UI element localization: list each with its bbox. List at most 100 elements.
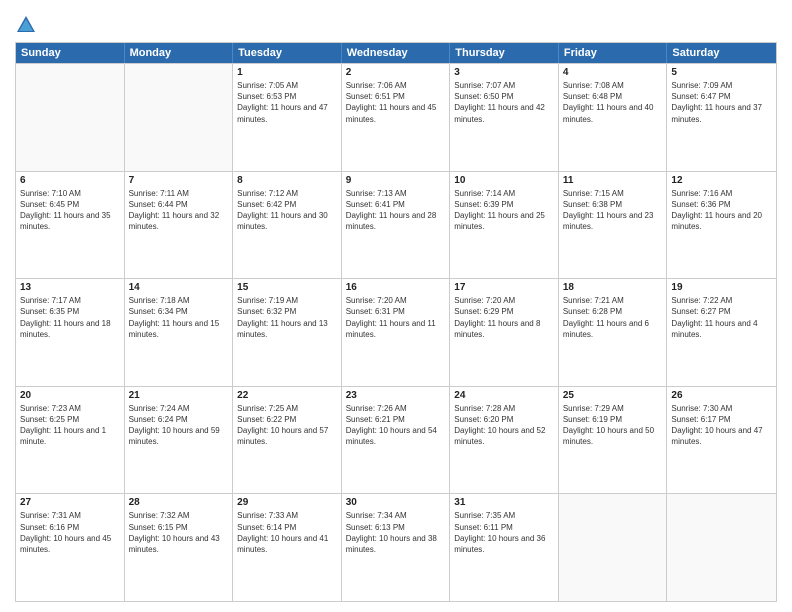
sun-info: Sunrise: 7:28 AM Sunset: 6:20 PM Dayligh… <box>454 403 554 448</box>
sun-info: Sunrise: 7:20 AM Sunset: 6:29 PM Dayligh… <box>454 295 554 340</box>
day-number: 17 <box>454 282 554 293</box>
calendar-cell: 29 Sunrise: 7:33 AM Sunset: 6:14 PM Dayli… <box>233 494 342 601</box>
sun-info: Sunrise: 7:08 AM Sunset: 6:48 PM Dayligh… <box>563 80 663 125</box>
logo <box>15 14 41 36</box>
calendar-row: 13 Sunrise: 7:17 AM Sunset: 6:35 PM Dayli… <box>16 278 776 386</box>
sun-info: Sunrise: 7:06 AM Sunset: 6:51 PM Dayligh… <box>346 80 446 125</box>
sun-info: Sunrise: 7:24 AM Sunset: 6:24 PM Dayligh… <box>129 403 229 448</box>
calendar-row: 27 Sunrise: 7:31 AM Sunset: 6:16 PM Dayli… <box>16 493 776 601</box>
day-number: 26 <box>671 390 772 401</box>
logo-icon <box>15 14 37 36</box>
calendar-cell: 13 Sunrise: 7:17 AM Sunset: 6:35 PM Dayli… <box>16 279 125 386</box>
day-number: 23 <box>346 390 446 401</box>
calendar-cell: 20Sunrise: 7:23 AM Sunset: 6:25 PM Dayli… <box>16 387 125 494</box>
day-number: 18 <box>563 282 663 293</box>
sun-info: Sunrise: 7:15 AM Sunset: 6:38 PM Dayligh… <box>563 188 663 233</box>
cal-header-cell: Monday <box>125 43 234 63</box>
day-number: 9 <box>346 175 446 186</box>
day-number: 27 <box>20 497 120 508</box>
day-number: 16 <box>346 282 446 293</box>
sun-info: Sunrise: 7:12 AM Sunset: 6:42 PM Dayligh… <box>237 188 337 233</box>
sun-info: Sunrise: 7:14 AM Sunset: 6:39 PM Dayligh… <box>454 188 554 233</box>
calendar-cell: 30Sunrise: 7:34 AM Sunset: 6:13 PM Dayli… <box>342 494 451 601</box>
calendar-cell: 12 Sunrise: 7:16 AM Sunset: 6:36 PM Dayli… <box>667 172 776 279</box>
day-number: 3 <box>454 67 554 78</box>
calendar-cell: 1 Sunrise: 7:05 AM Sunset: 6:53 PM Daylig… <box>233 64 342 171</box>
sun-info: Sunrise: 7:11 AM Sunset: 6:44 PM Dayligh… <box>129 188 229 233</box>
day-number: 22 <box>237 390 337 401</box>
sun-info: Sunrise: 7:16 AM Sunset: 6:36 PM Dayligh… <box>671 188 772 233</box>
calendar-cell: 2 Sunrise: 7:06 AM Sunset: 6:51 PM Daylig… <box>342 64 451 171</box>
sun-info: Sunrise: 7:13 AM Sunset: 6:41 PM Dayligh… <box>346 188 446 233</box>
calendar-cell: 25 Sunrise: 7:29 AM Sunset: 6:19 PM Dayli… <box>559 387 668 494</box>
sun-info: Sunrise: 7:21 AM Sunset: 6:28 PM Dayligh… <box>563 295 663 340</box>
sun-info: Sunrise: 7:32 AM Sunset: 6:15 PM Dayligh… <box>129 510 229 555</box>
sun-info: Sunrise: 7:35 AM Sunset: 6:11 PM Dayligh… <box>454 510 554 555</box>
calendar-cell: 27 Sunrise: 7:31 AM Sunset: 6:16 PM Dayli… <box>16 494 125 601</box>
day-number: 8 <box>237 175 337 186</box>
sun-info: Sunrise: 7:17 AM Sunset: 6:35 PM Dayligh… <box>20 295 120 340</box>
calendar-cell <box>125 64 234 171</box>
sun-info: Sunrise: 7:34 AM Sunset: 6:13 PM Dayligh… <box>346 510 446 555</box>
sun-info: Sunrise: 7:26 AM Sunset: 6:21 PM Dayligh… <box>346 403 446 448</box>
sun-info: Sunrise: 7:25 AM Sunset: 6:22 PM Dayligh… <box>237 403 337 448</box>
calendar-cell: 18 Sunrise: 7:21 AM Sunset: 6:28 PM Dayli… <box>559 279 668 386</box>
page: SundayMondayTuesdayWednesdayThursdayFrid… <box>0 0 792 612</box>
calendar-cell: 22 Sunrise: 7:25 AM Sunset: 6:22 PM Dayli… <box>233 387 342 494</box>
calendar-cell: 16 Sunrise: 7:20 AM Sunset: 6:31 PM Dayli… <box>342 279 451 386</box>
day-number: 6 <box>20 175 120 186</box>
header <box>15 10 777 36</box>
day-number: 4 <box>563 67 663 78</box>
day-number: 13 <box>20 282 120 293</box>
day-number: 1 <box>237 67 337 78</box>
calendar-cell: 21 Sunrise: 7:24 AM Sunset: 6:24 PM Dayli… <box>125 387 234 494</box>
day-number: 21 <box>129 390 229 401</box>
day-number: 31 <box>454 497 554 508</box>
day-number: 12 <box>671 175 772 186</box>
calendar-cell: 6 Sunrise: 7:10 AM Sunset: 6:45 PM Daylig… <box>16 172 125 279</box>
sun-info: Sunrise: 7:19 AM Sunset: 6:32 PM Dayligh… <box>237 295 337 340</box>
calendar-cell: 5Sunrise: 7:09 AM Sunset: 6:47 PM Daylig… <box>667 64 776 171</box>
calendar-row: 6 Sunrise: 7:10 AM Sunset: 6:45 PM Daylig… <box>16 171 776 279</box>
calendar-cell: 10 Sunrise: 7:14 AM Sunset: 6:39 PM Dayli… <box>450 172 559 279</box>
calendar-cell: 23 Sunrise: 7:26 AM Sunset: 6:21 PM Dayli… <box>342 387 451 494</box>
day-number: 29 <box>237 497 337 508</box>
day-number: 20 <box>20 390 120 401</box>
calendar-cell: 19 Sunrise: 7:22 AM Sunset: 6:27 PM Dayli… <box>667 279 776 386</box>
calendar-header: SundayMondayTuesdayWednesdayThursdayFrid… <box>16 43 776 63</box>
sun-info: Sunrise: 7:10 AM Sunset: 6:45 PM Dayligh… <box>20 188 120 233</box>
sun-info: Sunrise: 7:20 AM Sunset: 6:31 PM Dayligh… <box>346 295 446 340</box>
day-number: 15 <box>237 282 337 293</box>
day-number: 14 <box>129 282 229 293</box>
day-number: 19 <box>671 282 772 293</box>
calendar-cell: 28 Sunrise: 7:32 AM Sunset: 6:15 PM Dayli… <box>125 494 234 601</box>
sun-info: Sunrise: 7:33 AM Sunset: 6:14 PM Dayligh… <box>237 510 337 555</box>
cal-header-cell: Tuesday <box>233 43 342 63</box>
sun-info: Sunrise: 7:07 AM Sunset: 6:50 PM Dayligh… <box>454 80 554 125</box>
day-number: 5 <box>671 67 772 78</box>
sun-info: Sunrise: 7:31 AM Sunset: 6:16 PM Dayligh… <box>20 510 120 555</box>
calendar-cell <box>559 494 668 601</box>
day-number: 25 <box>563 390 663 401</box>
calendar-cell: 31 Sunrise: 7:35 AM Sunset: 6:11 PM Dayli… <box>450 494 559 601</box>
calendar-cell <box>667 494 776 601</box>
sun-info: Sunrise: 7:30 AM Sunset: 6:17 PM Dayligh… <box>671 403 772 448</box>
calendar-row: 1 Sunrise: 7:05 AM Sunset: 6:53 PM Daylig… <box>16 63 776 171</box>
sun-info: Sunrise: 7:18 AM Sunset: 6:34 PM Dayligh… <box>129 295 229 340</box>
day-number: 2 <box>346 67 446 78</box>
cal-header-cell: Friday <box>559 43 668 63</box>
calendar-cell: 3 Sunrise: 7:07 AM Sunset: 6:50 PM Daylig… <box>450 64 559 171</box>
calendar-cell: 8 Sunrise: 7:12 AM Sunset: 6:42 PM Daylig… <box>233 172 342 279</box>
day-number: 7 <box>129 175 229 186</box>
day-number: 10 <box>454 175 554 186</box>
calendar-cell: 24Sunrise: 7:28 AM Sunset: 6:20 PM Dayli… <box>450 387 559 494</box>
calendar-body: 1 Sunrise: 7:05 AM Sunset: 6:53 PM Daylig… <box>16 63 776 601</box>
cal-header-cell: Saturday <box>667 43 776 63</box>
day-number: 11 <box>563 175 663 186</box>
cal-header-cell: Sunday <box>16 43 125 63</box>
sun-info: Sunrise: 7:22 AM Sunset: 6:27 PM Dayligh… <box>671 295 772 340</box>
sun-info: Sunrise: 7:29 AM Sunset: 6:19 PM Dayligh… <box>563 403 663 448</box>
sun-info: Sunrise: 7:05 AM Sunset: 6:53 PM Dayligh… <box>237 80 337 125</box>
day-number: 28 <box>129 497 229 508</box>
calendar-cell: 11 Sunrise: 7:15 AM Sunset: 6:38 PM Dayli… <box>559 172 668 279</box>
